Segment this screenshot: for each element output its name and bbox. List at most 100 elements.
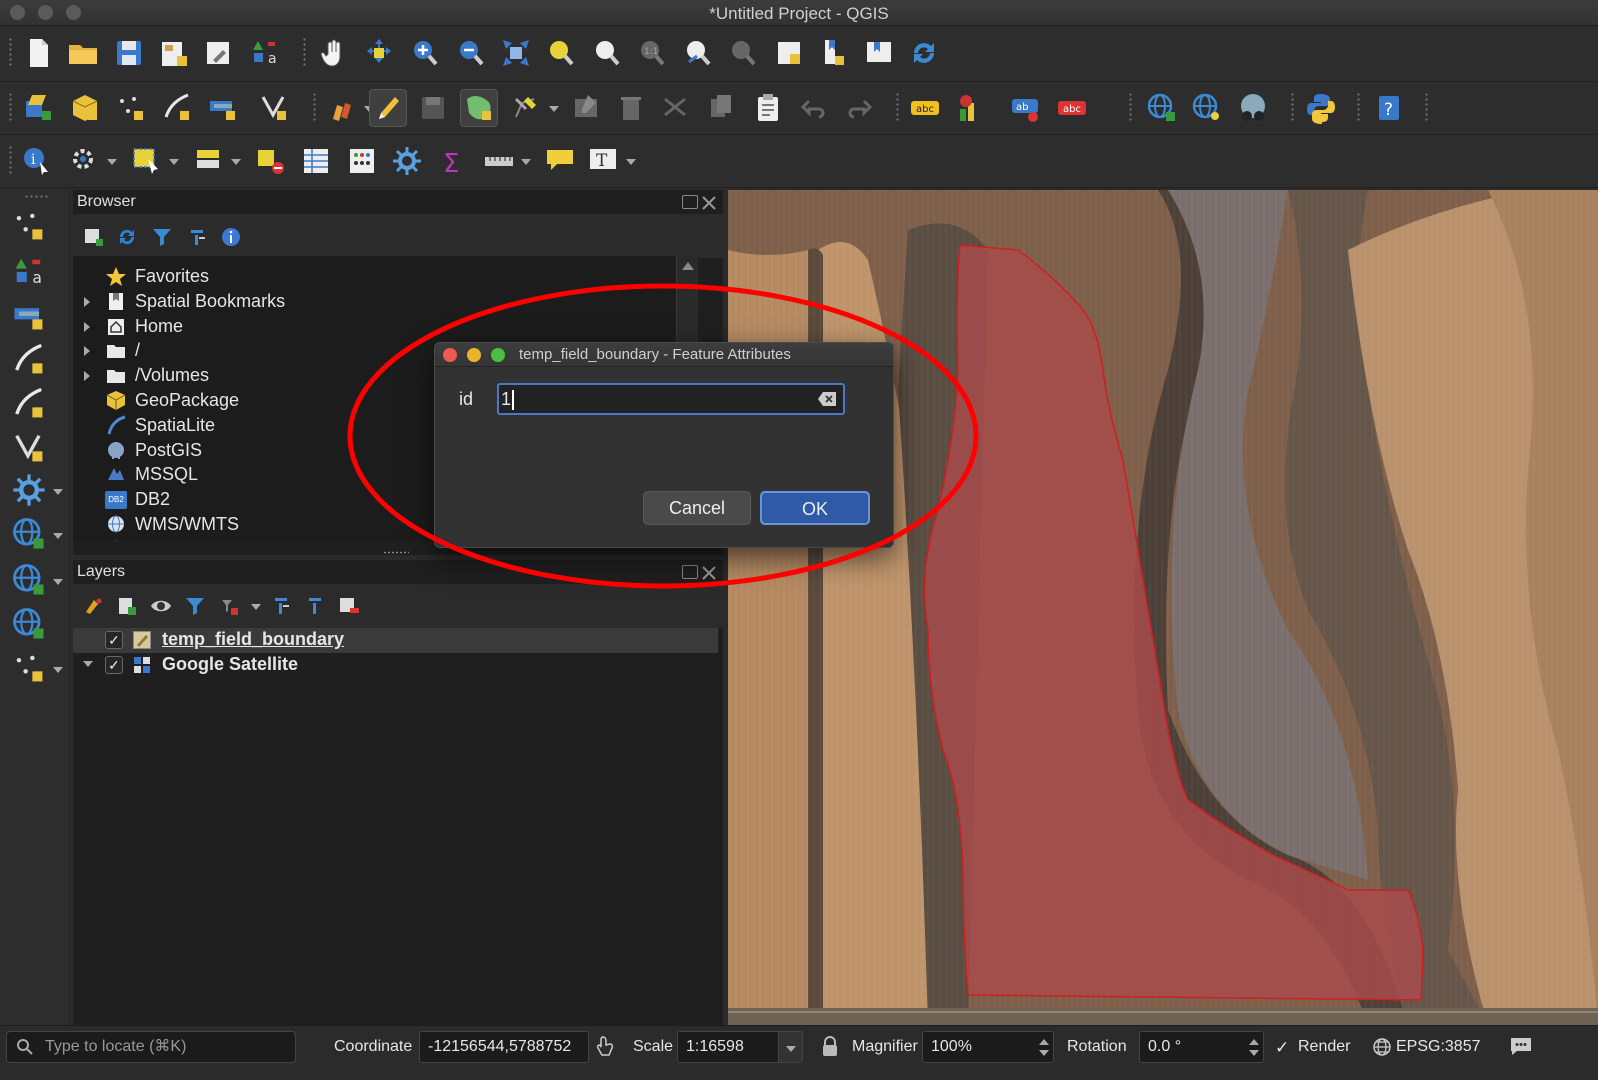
- expand-arrow-icon[interactable]: [84, 296, 90, 307]
- add-wms-layer-icon[interactable]: [6, 296, 52, 336]
- zoom-last-icon[interactable]: [679, 34, 717, 72]
- diagram-tool-icon[interactable]: [952, 89, 990, 127]
- zoom-to-selection-icon[interactable]: [542, 34, 580, 72]
- dialog-minimize-button[interactable]: [467, 348, 481, 362]
- style-layer-icon[interactable]: [80, 592, 108, 620]
- float-panel-icon[interactable]: [682, 195, 698, 209]
- style-manager-icon[interactable]: a: [246, 34, 284, 72]
- lock-scale-icon[interactable]: [820, 1035, 840, 1059]
- web-service-icon[interactable]: [1188, 89, 1226, 127]
- vertex-tool-icon[interactable]: [508, 89, 546, 127]
- layer-item[interactable]: ✓ Google Satellite: [73, 653, 718, 678]
- crs-button[interactable]: EPSG:3857: [1396, 1038, 1481, 1056]
- expand-arrow-icon[interactable]: [84, 321, 90, 332]
- scroll-up-arrow[interactable]: [682, 262, 694, 270]
- layer-item[interactable]: ✓ temp_field_boundary: [73, 628, 718, 653]
- toolbar-grip[interactable]: [24, 194, 50, 199]
- add-wcs-layer-icon[interactable]: [6, 560, 52, 600]
- messages-icon[interactable]: [1508, 1034, 1534, 1058]
- magnifier-field[interactable]: 100%: [922, 1031, 1054, 1063]
- cancel-button[interactable]: Cancel: [643, 491, 751, 525]
- save-layer-edits-icon[interactable]: [414, 89, 452, 127]
- open-project-icon[interactable]: [64, 34, 102, 72]
- highlight-label-icon[interactable]: abc: [1053, 89, 1091, 127]
- pan-map-icon[interactable]: [315, 34, 353, 72]
- add-point-cloud-icon[interactable]: [6, 648, 52, 688]
- text-annotation-icon[interactable]: T: [585, 142, 623, 180]
- digitize-line-icon[interactable]: [158, 89, 196, 127]
- help-icon[interactable]: ?: [1370, 89, 1408, 127]
- open-data-source-manager-icon[interactable]: [20, 89, 58, 127]
- new-project-icon[interactable]: [20, 34, 58, 72]
- add-delimited-text-icon[interactable]: [6, 340, 52, 380]
- zoom-in-icon[interactable]: [406, 34, 444, 72]
- add-group-icon[interactable]: [113, 592, 141, 620]
- chevron-down-icon[interactable]: [168, 157, 180, 167]
- add-xyz-layer-icon[interactable]: a: [6, 252, 52, 292]
- zoom-full-icon[interactable]: [497, 34, 535, 72]
- toolbar-grip[interactable]: [8, 92, 13, 122]
- refresh-icon[interactable]: [113, 223, 141, 251]
- run-feature-action-icon[interactable]: [66, 142, 104, 180]
- refresh-icon[interactable]: [905, 34, 943, 72]
- ok-button[interactable]: OK: [760, 491, 870, 525]
- new-map-view-icon[interactable]: [770, 34, 808, 72]
- expand-all-icon[interactable]: [267, 592, 295, 620]
- add-postgis-layer-icon[interactable]: [6, 470, 52, 510]
- close-panel-icon[interactable]: [701, 195, 717, 210]
- toolbar-grip[interactable]: [1290, 92, 1295, 122]
- toggle-editing-icon[interactable]: [369, 89, 407, 127]
- float-panel-icon[interactable]: [682, 565, 698, 579]
- toolbar-grip[interactable]: [1128, 92, 1133, 122]
- close-panel-icon[interactable]: [701, 565, 717, 580]
- new-temporary-scratch-layer-icon[interactable]: [112, 89, 150, 127]
- chevron-down-icon[interactable]: [520, 157, 532, 167]
- chevron-down-icon[interactable]: [52, 577, 64, 587]
- toolbox-icon[interactable]: [388, 142, 426, 180]
- redo-icon[interactable]: [840, 89, 878, 127]
- map-canvas[interactable]: [728, 190, 1598, 1025]
- metasearch-icon[interactable]: [1143, 89, 1181, 127]
- select-by-value-icon[interactable]: [190, 142, 228, 180]
- add-vector-point-icon[interactable]: [6, 206, 52, 246]
- layer-visibility-checkbox[interactable]: ✓: [105, 656, 123, 674]
- manage-visibility-icon[interactable]: [147, 592, 175, 620]
- toolbar-grip[interactable]: [8, 37, 13, 67]
- coordinate-field[interactable]: -12156544,5788752: [419, 1031, 589, 1063]
- toolbar-grip[interactable]: [302, 37, 307, 67]
- remove-layer-icon[interactable]: [335, 592, 363, 620]
- current-edits-icon[interactable]: [323, 89, 361, 127]
- collapse-arrow-icon[interactable]: [83, 661, 93, 667]
- open-attribute-table-icon[interactable]: [297, 142, 335, 180]
- statistical-summary-icon[interactable]: Σ: [434, 142, 472, 180]
- filter-dropdown-icon[interactable]: [250, 602, 262, 612]
- toolbar-grip[interactable]: [1424, 92, 1429, 122]
- toolbar-grip[interactable]: [312, 92, 317, 122]
- toggle-extents-icon[interactable]: [595, 1034, 617, 1058]
- deselect-features-icon[interactable]: [252, 142, 290, 180]
- add-raster-layer-icon[interactable]: [204, 89, 242, 127]
- expand-arrow-icon[interactable]: [84, 346, 90, 357]
- chevron-down-icon[interactable]: [625, 157, 637, 167]
- dialog-zoom-button[interactable]: [491, 348, 505, 362]
- pan-to-selection-icon[interactable]: [360, 34, 398, 72]
- scale-dropdown-button[interactable]: [778, 1032, 802, 1062]
- filter-legend-icon[interactable]: [181, 592, 209, 620]
- save-project-icon[interactable]: [110, 34, 148, 72]
- measure-line-icon[interactable]: [480, 142, 518, 180]
- chevron-down-icon[interactable]: [230, 157, 242, 167]
- select-features-icon[interactable]: [128, 142, 166, 180]
- osm-tool-icon[interactable]: [1234, 89, 1272, 127]
- map-tips-icon[interactable]: [541, 142, 579, 180]
- add-spatialite-layer-icon[interactable]: [6, 384, 52, 424]
- layer-visibility-checkbox[interactable]: ✓: [105, 631, 123, 649]
- field-calculator-icon[interactable]: [343, 142, 381, 180]
- browser-item[interactable]: Favorites: [73, 264, 698, 289]
- filter-icon[interactable]: [148, 223, 176, 251]
- new-geopackage-layer-icon[interactable]: [66, 89, 104, 127]
- zoom-to-native-resolution-icon[interactable]: 1:1: [633, 34, 671, 72]
- add-polygon-feature-icon[interactable]: [460, 89, 498, 127]
- modify-attributes-icon[interactable]: [568, 89, 606, 127]
- expand-arrow-icon[interactable]: [84, 371, 90, 382]
- render-checkbox[interactable]: ✓: [1275, 1038, 1289, 1058]
